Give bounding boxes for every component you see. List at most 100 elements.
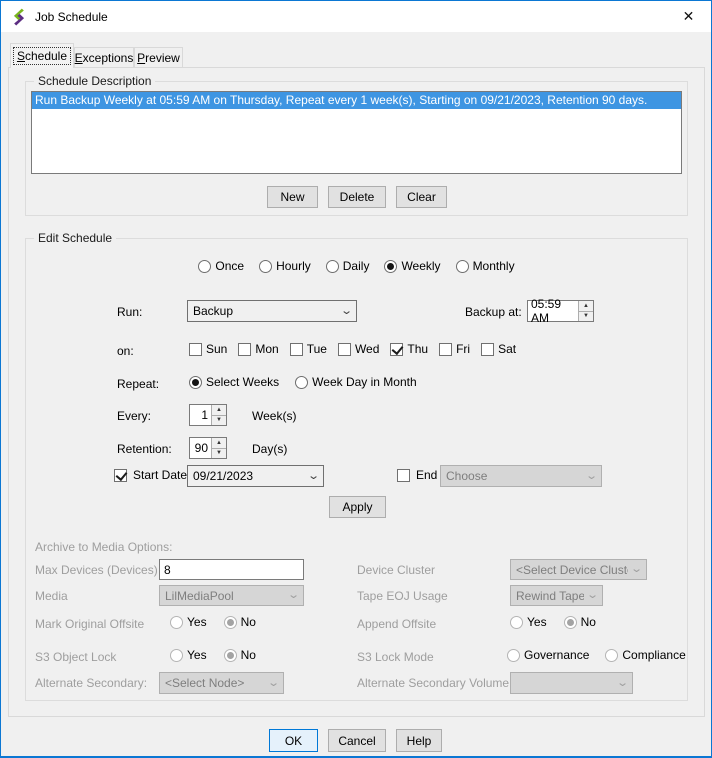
- frequency-option-once[interactable]: Once: [198, 259, 244, 273]
- every-weeks-spinner[interactable]: 1 ▲▼: [189, 404, 227, 426]
- run-label: Run:: [117, 305, 142, 319]
- day-option-wed[interactable]: Wed: [338, 342, 379, 356]
- tab-exceptions[interactable]: Exceptions: [74, 47, 134, 67]
- end-date-checkbox[interactable]: [397, 469, 410, 482]
- repeat-option-week-day-in-month[interactable]: Week Day in Month: [295, 375, 417, 389]
- day-option-sun[interactable]: Sun: [189, 342, 227, 356]
- job-schedule-dialog: Job Schedule ✕ Schedule Exceptions Previ…: [0, 0, 712, 758]
- mark-original-yes-option: Yes: [170, 615, 207, 629]
- radio-once[interactable]: [198, 260, 211, 273]
- radio-no: [224, 616, 237, 629]
- day-option-sat[interactable]: Sat: [481, 342, 516, 356]
- radio-hourly[interactable]: [259, 260, 272, 273]
- repeat-label: Repeat:: [117, 377, 159, 391]
- clear-button[interactable]: Clear: [396, 186, 447, 208]
- mark-original-no-option: No: [224, 615, 256, 629]
- radio-yes: [510, 616, 523, 629]
- day-option-thu[interactable]: Thu: [390, 342, 428, 356]
- help-button[interactable]: Help: [396, 729, 442, 752]
- every-unit-label: Week(s): [252, 409, 296, 423]
- start-date-label: Start Date:: [133, 468, 190, 482]
- checkbox-sun[interactable]: [189, 343, 202, 356]
- schedule-list[interactable]: Run Backup Weekly at 05:59 AM on Thursda…: [31, 91, 682, 174]
- frequency-option-daily[interactable]: Daily: [326, 259, 370, 273]
- edit-schedule-group: Edit Schedule Once Hourly Daily Weekly M…: [25, 238, 688, 701]
- alternate-secondary-combobox: <Select Node> ⌄: [159, 672, 284, 694]
- backup-time-spinner[interactable]: 05:59 AM ▲▼: [527, 300, 594, 322]
- schedule-description-group-label: Schedule Description: [34, 74, 155, 88]
- spin-up-button[interactable]: ▲: [579, 301, 593, 312]
- frequency-option-monthly[interactable]: Monthly: [456, 259, 515, 273]
- checkbox-wed[interactable]: [338, 343, 351, 356]
- frequency-option-hourly[interactable]: Hourly: [259, 259, 311, 273]
- retention-label: Retention:: [117, 442, 172, 456]
- spin-down-button[interactable]: ▼: [212, 416, 226, 426]
- mark-original-offsite-label: Mark Original Offsite: [35, 617, 144, 631]
- chevron-down-icon: ⌄: [630, 564, 643, 575]
- frequency-option-weekly[interactable]: Weekly: [384, 259, 440, 273]
- start-date-checkbox[interactable]: [114, 469, 127, 482]
- radio-daily[interactable]: [326, 260, 339, 273]
- day-option-fri[interactable]: Fri: [439, 342, 470, 356]
- start-date-option[interactable]: Start Date:: [114, 468, 190, 482]
- day-option-tue[interactable]: Tue: [290, 342, 327, 356]
- checkbox-tue[interactable]: [290, 343, 303, 356]
- apply-button[interactable]: Apply: [329, 496, 386, 518]
- every-label: Every:: [117, 409, 151, 423]
- alternate-secondary-volume-combobox: ⌄: [510, 672, 633, 694]
- backup-at-label: Backup at:: [465, 305, 522, 319]
- alternate-secondary-volume-label: Alternate Secondary Volume:: [357, 676, 512, 690]
- tab-preview-label: Preview: [137, 51, 180, 65]
- end-date-combobox: Choose ⌄: [440, 465, 602, 487]
- spin-down-button[interactable]: ▼: [212, 449, 226, 459]
- repeat-option-select-weeks[interactable]: Select Weeks: [189, 375, 279, 389]
- new-button[interactable]: New: [267, 186, 318, 208]
- weekday-checkbox-group: Sun Mon Tue Wed Thu Fri Sat: [189, 342, 516, 356]
- chevron-down-icon: ⌄: [585, 471, 598, 482]
- repeat-radio-group: Select Weeks Week Day in Month: [189, 375, 417, 389]
- tab-schedule[interactable]: Schedule: [10, 43, 74, 68]
- tape-eoj-usage-label: Tape EOJ Usage: [357, 589, 448, 603]
- tab-preview[interactable]: Preview: [134, 47, 183, 67]
- start-date-combobox[interactable]: 09/21/2023 ⌄: [187, 465, 324, 487]
- close-icon: ✕: [683, 8, 695, 25]
- radio-week-day-in-month[interactable]: [295, 376, 308, 389]
- radio-governance: [507, 649, 520, 662]
- cancel-button[interactable]: Cancel: [328, 729, 386, 752]
- append-offsite-yes-option: Yes: [510, 615, 547, 629]
- ok-button[interactable]: OK: [269, 729, 318, 752]
- device-cluster-combobox: <Select Device Cluster> ⌄: [510, 559, 647, 580]
- checkbox-fri[interactable]: [439, 343, 452, 356]
- retention-days-spinner[interactable]: 90 ▲▼: [189, 437, 227, 459]
- schedule-description-group: Schedule Description Run Backup Weekly a…: [25, 81, 688, 216]
- s3-lock-mode-label: S3 Lock Mode: [357, 650, 434, 664]
- checkbox-thu[interactable]: [390, 343, 403, 356]
- close-button[interactable]: ✕: [666, 1, 711, 32]
- s3-lock-mode-governance-option: Governance: [507, 648, 589, 662]
- radio-no: [564, 616, 577, 629]
- radio-select-weeks[interactable]: [189, 376, 202, 389]
- chevron-down-icon: ⌄: [340, 306, 353, 317]
- spin-up-button[interactable]: ▲: [212, 438, 226, 449]
- day-option-mon[interactable]: Mon: [238, 342, 278, 356]
- delete-button[interactable]: Delete: [328, 186, 386, 208]
- radio-no: [224, 649, 237, 662]
- window-title: Job Schedule: [35, 10, 108, 24]
- frequency-radio-group: Once Hourly Daily Weekly Monthly: [26, 259, 687, 273]
- s3-object-lock-radio-group: Yes No: [170, 648, 256, 662]
- schedule-list-item[interactable]: Run Backup Weekly at 05:59 AM on Thursda…: [32, 92, 681, 109]
- radio-weekly[interactable]: [384, 260, 397, 273]
- tab-exceptions-label: Exceptions: [75, 51, 134, 65]
- append-offsite-label: Append Offsite: [357, 617, 436, 631]
- title-bar: Job Schedule ✕: [1, 1, 711, 32]
- edit-schedule-group-label: Edit Schedule: [34, 231, 116, 245]
- checkbox-mon[interactable]: [238, 343, 251, 356]
- max-devices-input[interactable]: [159, 559, 304, 580]
- archive-options-heading: Archive to Media Options:: [35, 540, 172, 554]
- on-label: on:: [117, 344, 134, 358]
- run-combobox[interactable]: Backup ⌄: [187, 300, 357, 322]
- checkbox-sat[interactable]: [481, 343, 494, 356]
- radio-monthly[interactable]: [456, 260, 469, 273]
- spin-down-button[interactable]: ▼: [579, 312, 593, 322]
- spin-up-button[interactable]: ▲: [212, 405, 226, 416]
